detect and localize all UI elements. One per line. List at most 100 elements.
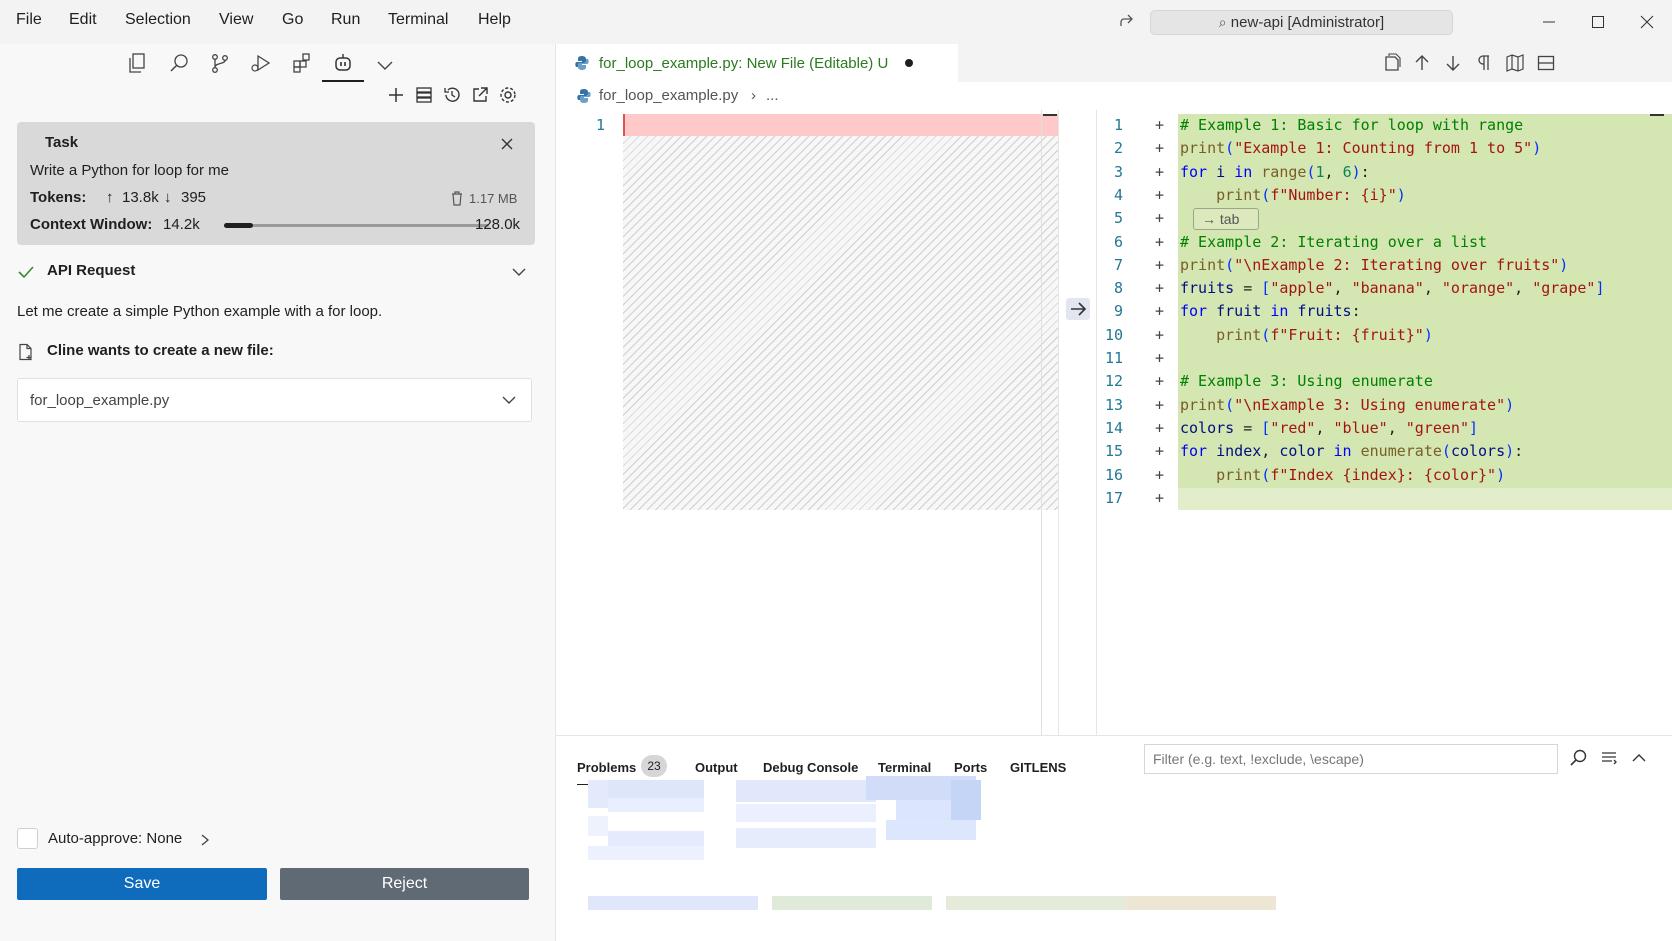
scrollbar-track-left[interactable] [1041, 110, 1042, 735]
filter-list-icon[interactable] [1599, 748, 1619, 768]
command-center[interactable]: ⌕ new-api [Administrator] [1150, 10, 1453, 35]
api-request-label[interactable]: API Request [47, 262, 135, 279]
menu-terminal[interactable]: Terminal [388, 11, 448, 29]
editor-tab-bar: for_loop_example.py: New File (Editable)… [556, 44, 1672, 82]
menu-view[interactable]: View [219, 11, 253, 29]
menu-selection[interactable]: Selection [125, 11, 191, 29]
menu-run[interactable]: Run [331, 11, 360, 29]
line-number: 4 [1113, 186, 1123, 204]
reject-button[interactable]: Reject [280, 868, 529, 900]
code-line[interactable]: print(f"Fruit: {fruit}") [1180, 326, 1433, 344]
python-file-icon [574, 55, 590, 71]
line-number: 9 [1113, 302, 1123, 320]
new-file-icon [17, 343, 35, 361]
command-center-label: new-api [Administrator] [1230, 14, 1385, 31]
map-icon[interactable] [1505, 53, 1525, 73]
menu-go[interactable]: Go [282, 11, 303, 29]
search-icon[interactable] [168, 52, 190, 74]
code-line[interactable]: for i in range(1, 6): [1180, 163, 1370, 181]
added-marker: + [1155, 326, 1165, 344]
code-line[interactable]: colors = ["red", "blue", "green"] [1180, 419, 1478, 437]
added-marker: + [1155, 489, 1165, 507]
tokens-down-icon: ↓ [164, 189, 172, 206]
run-debug-icon[interactable] [250, 52, 272, 74]
mcp-servers-icon[interactable] [414, 85, 436, 107]
code-line[interactable]: print(f"Index {index}: {color}") [1180, 466, 1505, 484]
code-line[interactable]: # Example 2: Iterating over a list [1180, 233, 1487, 251]
breadcrumb-more[interactable]: ... [766, 87, 779, 104]
explorer-icon[interactable] [126, 52, 148, 74]
problems-filter-input[interactable]: Filter (e.g. text, !exclude, \escape) [1144, 744, 1558, 774]
line-number: 6 [1113, 233, 1123, 251]
new-task-plus-icon[interactable] [386, 85, 408, 107]
code-line[interactable]: for fruit in fruits: [1180, 302, 1361, 320]
code-line[interactable]: print("Example 1: Counting from 1 to 5") [1180, 139, 1541, 157]
tab-ports[interactable]: Ports [954, 760, 987, 775]
context-progress-fill [224, 223, 254, 228]
added-marker: + [1155, 419, 1165, 437]
source-control-icon[interactable] [209, 52, 231, 74]
added-marker: + [1155, 396, 1165, 414]
trash-icon[interactable] [449, 190, 465, 206]
code-line[interactable]: print(f"Number: {i}") [1180, 186, 1406, 204]
added-marker: + [1155, 233, 1165, 251]
code-line[interactable]: fruits = ["apple", "banana", "orange", "… [1180, 279, 1604, 297]
tab-problems[interactable]: Problems [577, 760, 636, 775]
extensions-icon[interactable] [291, 52, 313, 74]
history-icon[interactable] [442, 85, 464, 107]
arrow-up-icon[interactable] [1412, 53, 1432, 73]
cline-robot-icon[interactable] [332, 52, 354, 74]
code-line[interactable]: # Example 3: Using enumerate [1180, 372, 1433, 390]
line-number: 11 [1104, 349, 1123, 367]
create-file-label: Cline wants to create a new file: [47, 342, 274, 359]
tab-gitlens[interactable]: GITLENS [1010, 760, 1066, 775]
maximize-icon[interactable] [1589, 13, 1611, 35]
title-bar: File Edit Selection View Go Run Terminal… [0, 0, 1672, 44]
chevron-down-icon[interactable] [374, 54, 396, 76]
menu-edit[interactable]: Edit [69, 11, 97, 29]
search-icon[interactable] [1568, 748, 1588, 768]
auto-approve-checkbox[interactable] [17, 828, 38, 849]
breadcrumb-file[interactable]: for_loop_example.py [599, 87, 738, 104]
chevron-down-icon[interactable] [510, 263, 528, 281]
file-dropdown[interactable]: for_loop_example.py [17, 378, 532, 422]
tab-terminal[interactable]: Terminal [878, 760, 931, 775]
settings-gear-icon[interactable] [498, 85, 520, 107]
added-marker: + [1155, 139, 1165, 157]
breadcrumb: for_loop_example.py › ... [556, 82, 1672, 110]
code-line[interactable]: print("\nExample 2: Iterating over fruit… [1180, 256, 1568, 274]
split-editor-icon[interactable] [1536, 53, 1556, 73]
tokens-down-value: 395 [181, 189, 207, 206]
close-window-icon[interactable] [1638, 13, 1660, 35]
line-number: 15 [1104, 442, 1123, 460]
cline-sidebar: Task Write a Python for loop for me Toke… [0, 44, 556, 941]
code-line[interactable]: print("\nExample 3: Using enumerate") [1180, 396, 1514, 414]
auto-approve-label[interactable]: Auto-approve: None [48, 830, 182, 847]
open-in-editor-icon[interactable] [470, 85, 492, 107]
chevron-up-icon[interactable] [1629, 748, 1649, 768]
code-line[interactable]: for index, color in enumerate(colors): [1180, 442, 1523, 460]
editor-tab-active[interactable]: for_loop_example.py: New File (Editable)… [556, 44, 958, 82]
chevron-right-icon[interactable] [198, 832, 212, 848]
code-line[interactable]: # Example 1: Basic for loop with range [1180, 116, 1523, 134]
task-card: Task Write a Python for loop for me Toke… [17, 122, 535, 245]
tab-debug-console[interactable]: Debug Console [763, 760, 858, 775]
whitespace-pilcrow-icon[interactable] [1474, 53, 1494, 73]
minimize-icon[interactable] [1540, 13, 1562, 35]
close-task-icon[interactable] [499, 136, 515, 152]
assistant-message: Let me create a simple Python example wi… [17, 303, 383, 320]
task-size: 1.17 MB [469, 191, 518, 206]
save-button[interactable]: Save [17, 868, 267, 900]
tab-output[interactable]: Output [695, 760, 738, 775]
context-window-label: Context Window: [30, 216, 153, 233]
share-icon[interactable] [1118, 12, 1140, 34]
open-changes-icon[interactable] [1382, 53, 1402, 73]
menu-file[interactable]: File [16, 11, 42, 29]
unsaved-dot-icon[interactable] [905, 59, 913, 67]
tokens-up-icon: ↑ [106, 189, 114, 206]
menu-help[interactable]: Help [478, 11, 511, 29]
overview-ruler-mark [1650, 114, 1664, 116]
arrow-down-icon[interactable] [1443, 53, 1463, 73]
chevron-right-icon: › [751, 87, 756, 104]
context-max: 128.0k [475, 216, 521, 233]
